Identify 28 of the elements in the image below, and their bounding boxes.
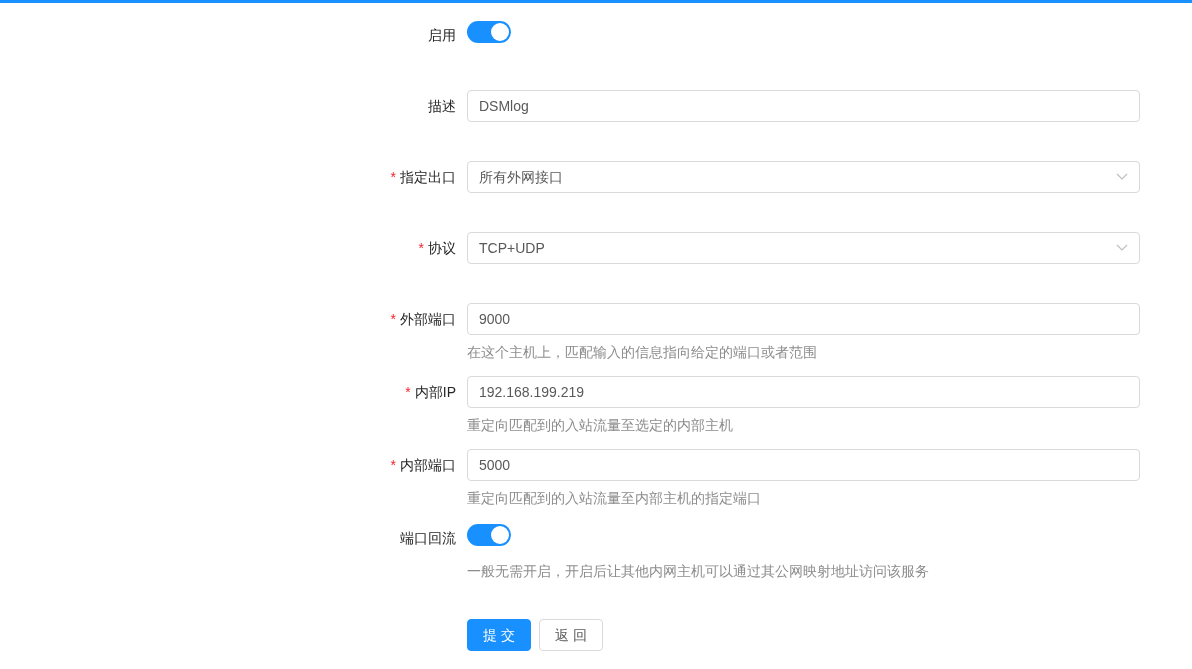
field-label: 端口回流 [400, 528, 456, 548]
required-asterisk: * [390, 309, 396, 329]
toggle-switch[interactable] [467, 523, 511, 546]
field-label: 内部端口 [400, 455, 456, 475]
field-label: 启用 [428, 25, 456, 45]
field-label: 协议 [428, 238, 456, 258]
required-asterisk: * [405, 382, 411, 402]
field-hint: 重定向匹配到的入站流量至选定的内部主机 [467, 417, 733, 433]
field-hint: 一般无需开启，开启后让其他内网主机可以通过其公网映射地址访问该服务 [467, 563, 929, 579]
required-asterisk: * [390, 455, 396, 475]
chevron-down-icon [1116, 244, 1128, 252]
field-label: 外部端口 [400, 309, 456, 329]
input-field[interactable]: DSMlog [467, 90, 1140, 122]
back-button[interactable]: 返 回 [538, 619, 603, 651]
input-field[interactable]: 5000 [467, 449, 1140, 481]
field-label: 指定出口 [400, 167, 456, 187]
select-field[interactable]: 所有外网接口 [467, 161, 1140, 193]
input-field[interactable]: 9000 [467, 303, 1140, 335]
required-asterisk: * [418, 238, 424, 258]
field-label: 内部IP [414, 382, 456, 402]
select-field[interactable]: TCP+UDP [467, 232, 1140, 264]
input-field[interactable]: 192.168.199.219 [467, 376, 1140, 408]
required-asterisk: * [390, 167, 396, 187]
toggle-switch[interactable] [467, 20, 511, 43]
field-hint: 重定向匹配到的入站流量至内部主机的指定端口 [467, 490, 761, 506]
field-label: 描述 [428, 96, 456, 116]
field-hint: 在这个主机上，匹配输入的信息指向给定的端口或者范围 [467, 344, 817, 360]
chevron-down-icon [1116, 173, 1128, 181]
